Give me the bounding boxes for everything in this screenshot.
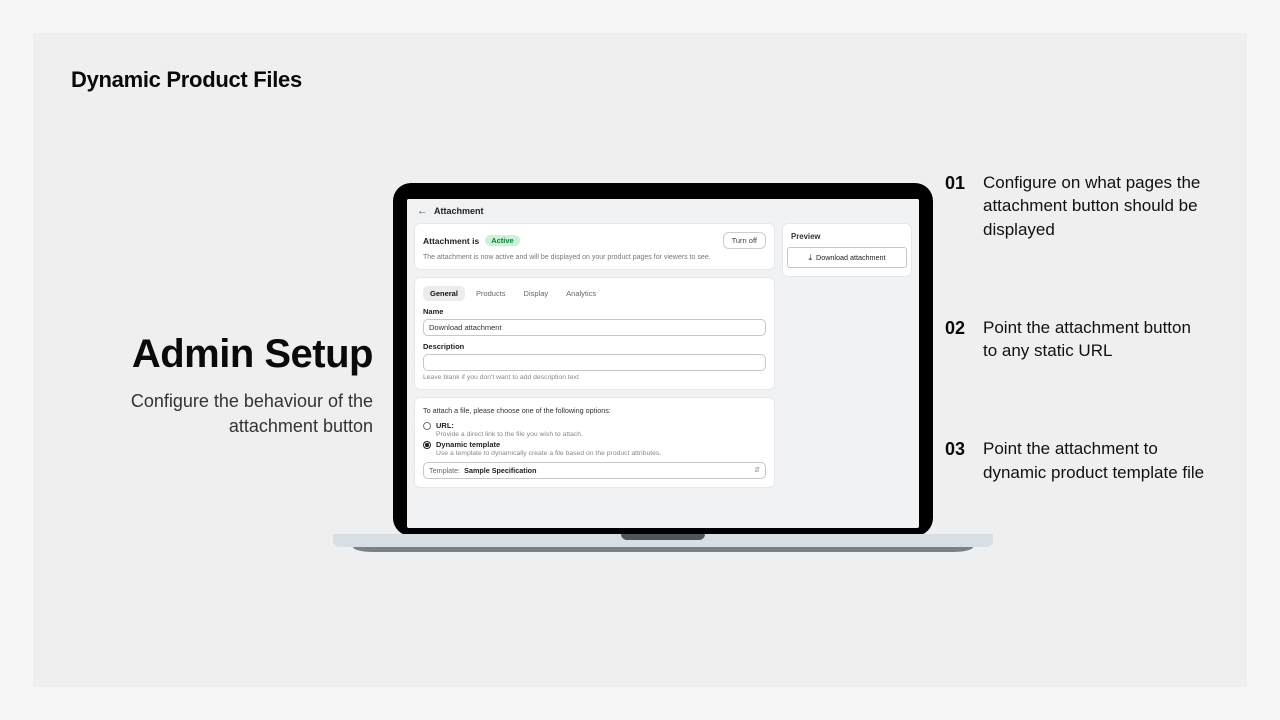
step-item: 03 Point the attachment to dynamic produ… <box>943 437 1208 484</box>
step-item: 01 Configure on what pages the attachmen… <box>943 171 1208 241</box>
hero-copy: Admin Setup Configure the behaviour of t… <box>63 333 373 439</box>
page-title: Attachment <box>434 206 484 216</box>
general-panel: General Products Display Analytics Name … <box>414 277 775 390</box>
tabs: General Products Display Analytics <box>423 286 766 301</box>
step-number: 02 <box>943 316 965 363</box>
step-number: 01 <box>943 171 965 241</box>
laptop-base <box>393 534 933 552</box>
laptop-bezel: ← Attachment Attachment is Active Turn o… <box>393 183 933 536</box>
status-prefix: Attachment is <box>423 236 479 246</box>
attach-lead: To attach a file, please choose one of t… <box>423 406 766 415</box>
laptop-mockup: ← Attachment Attachment is Active Turn o… <box>393 183 933 552</box>
template-label: Template: <box>429 466 460 475</box>
description-label: Description <box>423 342 766 351</box>
chevron-updown-icon: ⇵ <box>754 467 760 474</box>
brand-title: Dynamic Product Files <box>71 67 302 93</box>
back-icon[interactable]: ← <box>417 205 428 217</box>
name-label: Name <box>423 307 766 316</box>
attach-option-url[interactable]: URL: Provide a direct link to the file y… <box>423 421 766 438</box>
tab-display[interactable]: Display <box>517 286 556 301</box>
laptop-screen: ← Attachment Attachment is Active Turn o… <box>407 199 919 528</box>
template-value: Sample Specification <box>464 466 536 475</box>
hero-title: Admin Setup <box>63 333 373 375</box>
tab-general[interactable]: General <box>423 286 465 301</box>
download-attachment-button[interactable]: ⤓ Download attachment <box>787 247 907 268</box>
radio-icon <box>423 422 431 430</box>
attach-option-dynamic[interactable]: Dynamic template Use a template to dynam… <box>423 440 766 457</box>
description-help: Leave blank if you don't want to add des… <box>423 374 766 381</box>
step-item: 02 Point the attachment button to any st… <box>943 316 1208 363</box>
turn-off-button[interactable]: Turn off <box>723 232 766 249</box>
option-desc: Use a template to dynamically create a f… <box>436 450 661 457</box>
download-button-label: Download attachment <box>816 253 886 262</box>
template-select[interactable]: Template: Sample Specification ⇵ <box>423 462 766 479</box>
status-panel: Attachment is Active Turn off The attach… <box>414 223 775 270</box>
step-text: Point the attachment button to any stati… <box>983 316 1208 363</box>
option-title: Dynamic template <box>436 440 661 449</box>
status-description: The attachment is now active and will be… <box>423 254 766 261</box>
attach-panel: To attach a file, please choose one of t… <box>414 397 775 488</box>
step-text: Configure on what pages the attachment b… <box>983 171 1208 241</box>
admin-app: ← Attachment Attachment is Active Turn o… <box>407 199 919 528</box>
preview-panel: Preview ⤓ Download attachment <box>782 223 912 277</box>
step-number: 03 <box>943 437 965 484</box>
description-input[interactable] <box>423 354 766 371</box>
download-icon: ⤓ <box>808 254 812 262</box>
status-badge: Active <box>485 235 520 246</box>
option-title: URL: <box>436 421 583 430</box>
steps-list: 01 Configure on what pages the attachmen… <box>943 171 1208 559</box>
tab-analytics[interactable]: Analytics <box>559 286 603 301</box>
tab-products[interactable]: Products <box>469 286 513 301</box>
content-card: Dynamic Product Files Admin Setup Config… <box>33 33 1247 687</box>
hero-subtitle: Configure the behaviour of the attachmen… <box>63 389 373 439</box>
page-background: Dynamic Product Files Admin Setup Config… <box>0 0 1280 720</box>
step-text: Point the attachment to dynamic product … <box>983 437 1208 484</box>
name-input[interactable] <box>423 319 766 336</box>
radio-icon <box>423 441 431 449</box>
option-desc: Provide a direct link to the file you wi… <box>436 431 583 438</box>
preview-title: Preview <box>791 232 903 241</box>
page-header: ← Attachment <box>407 199 919 223</box>
